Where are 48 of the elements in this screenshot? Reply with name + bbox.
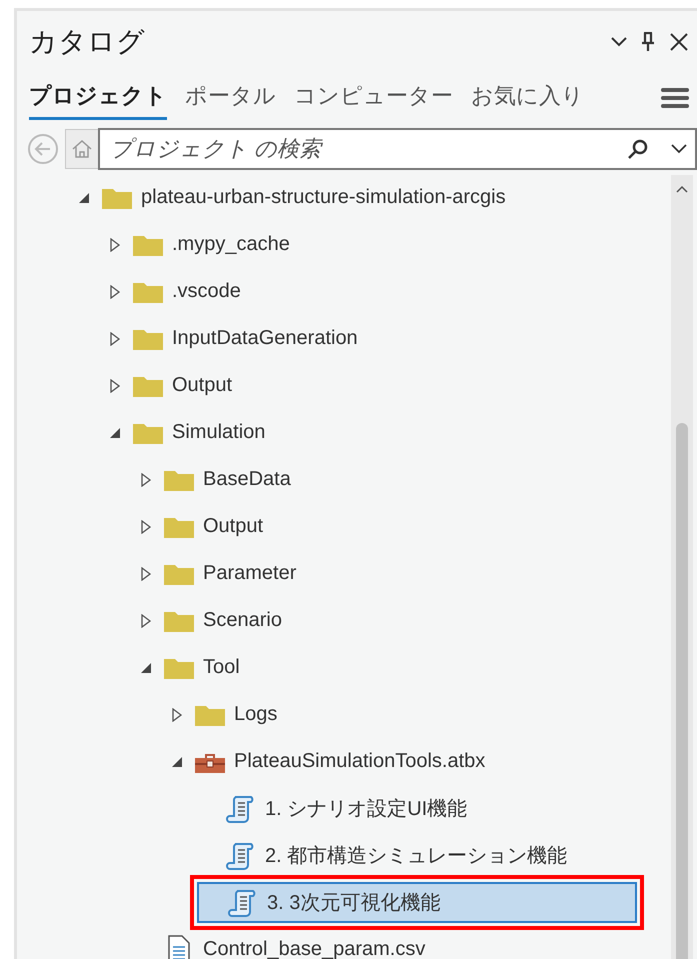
- tab[interactable]: お気に入り: [471, 76, 584, 120]
- expand-triangle-icon[interactable]: [110, 284, 120, 298]
- expand-triangle-icon[interactable]: [141, 566, 151, 580]
- tree-item[interactable]: Simulation: [104, 412, 272, 453]
- collapse-triangle-icon[interactable]: [140, 662, 152, 674]
- tab[interactable]: コンピューター: [294, 76, 453, 120]
- tree-item[interactable]: 1. シナリオ設定UI機能: [197, 788, 474, 829]
- expand-triangle-icon[interactable]: [172, 708, 182, 722]
- tab[interactable]: プロジェクト: [29, 76, 167, 120]
- tree-item[interactable]: Control_base_param.csv: [135, 929, 432, 959]
- tree-item[interactable]: plateau-urban-structure-simulation-arcgis: [73, 177, 512, 218]
- tree-item[interactable]: Logs: [166, 694, 284, 735]
- scrollbar[interactable]: [671, 175, 693, 959]
- collapse-triangle-icon[interactable]: [78, 192, 90, 204]
- expand-triangle-icon[interactable]: [141, 472, 151, 486]
- pin-icon[interactable]: [641, 32, 655, 52]
- collapse-triangle-icon[interactable]: [109, 426, 121, 438]
- menu-icon[interactable]: [661, 87, 689, 109]
- tree-item[interactable]: .mypy_cache: [104, 224, 296, 265]
- tree-item[interactable]: Tool: [135, 647, 246, 688]
- expand-triangle-icon[interactable]: [141, 614, 151, 628]
- script-icon: [228, 888, 258, 918]
- chevron-down-icon[interactable]: [611, 37, 627, 47]
- tab[interactable]: ポータル: [185, 76, 276, 120]
- tree-item[interactable]: 2. 都市構造シミュレーション機能: [197, 835, 574, 876]
- search-field[interactable]: プロジェクト の検索: [98, 128, 697, 170]
- close-icon[interactable]: [669, 32, 689, 52]
- tree-item[interactable]: InputDataGeneration: [104, 318, 364, 359]
- tree-item[interactable]: BaseData: [135, 459, 297, 500]
- collapse-triangle-icon[interactable]: [171, 756, 183, 768]
- expand-triangle-icon[interactable]: [141, 520, 151, 534]
- home-button[interactable]: [65, 129, 99, 169]
- panel-title: カタログ: [29, 25, 146, 59]
- search-icon[interactable]: [627, 138, 649, 160]
- expand-triangle-icon[interactable]: [110, 378, 120, 392]
- search-field[interactable]: プロジェクト の検索: [108, 135, 627, 163]
- dropdown-chevron-icon[interactable]: [671, 144, 687, 154]
- script-icon: [226, 794, 256, 824]
- tree-item[interactable]: Scenario: [135, 600, 288, 641]
- tree-item[interactable]: .vscode: [104, 271, 247, 312]
- expand-triangle-icon[interactable]: [110, 332, 120, 346]
- home-icon: [71, 139, 93, 159]
- tree-item[interactable]: Output: [104, 365, 238, 406]
- tree-item[interactable]: Output: [135, 506, 270, 547]
- tree-item[interactable]: Parameter: [135, 553, 302, 594]
- tree-item[interactable]: PlateauSimulationTools.atbx: [166, 741, 492, 782]
- script-icon: [226, 840, 256, 870]
- expand-triangle-icon[interactable]: [110, 238, 120, 252]
